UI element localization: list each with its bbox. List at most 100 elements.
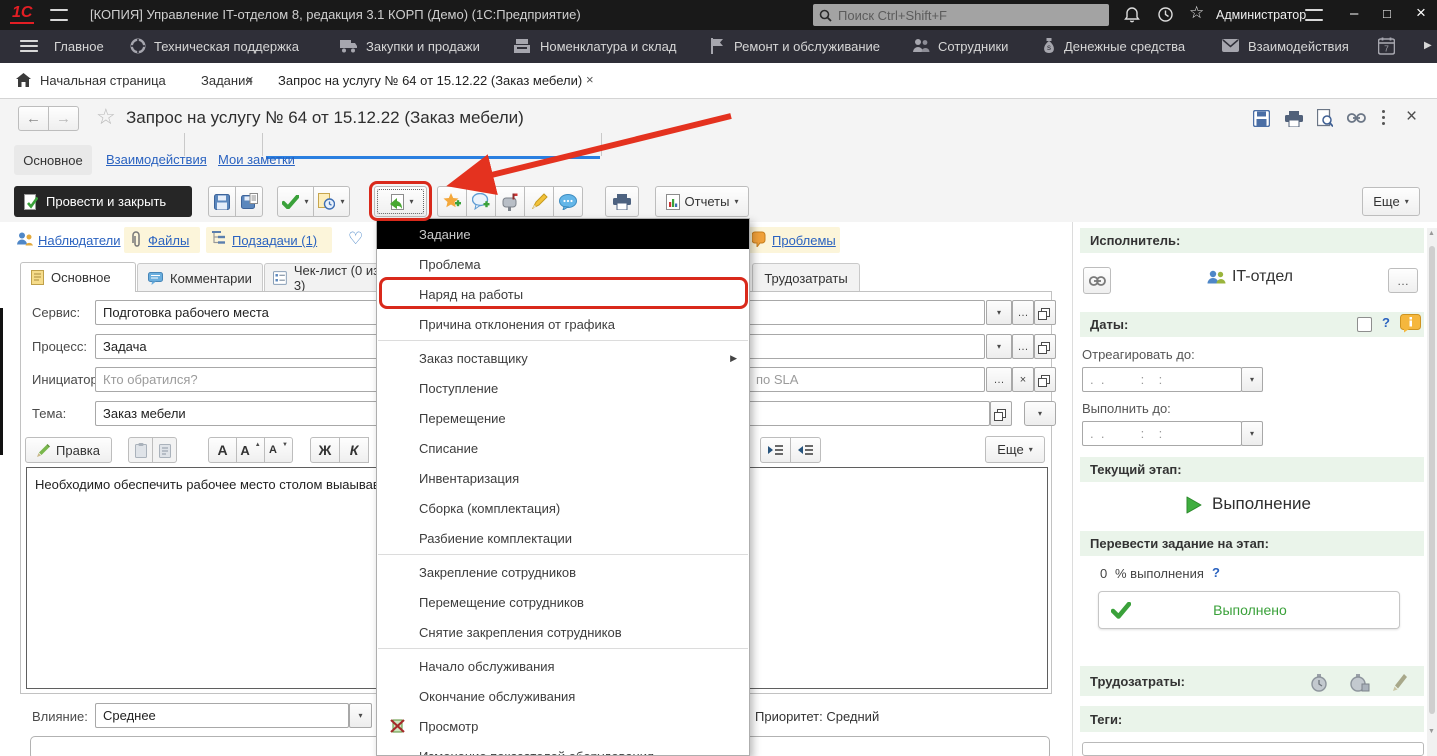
dates-info-icon[interactable] — [1400, 314, 1421, 333]
paste-button[interactable] — [128, 437, 153, 463]
executor-choose-button[interactable]: … — [1388, 268, 1418, 293]
add-favorite-button[interactable] — [437, 186, 467, 217]
editor-more-button[interactable]: Еще▾ — [985, 436, 1045, 463]
done-button[interactable]: Выполнено — [1098, 591, 1400, 629]
initiator-clear-button[interactable]: × — [1012, 367, 1034, 392]
preview-icon[interactable] — [1317, 109, 1333, 127]
menu-item-receipt[interactable]: Поступление — [377, 373, 749, 403]
sections-list-icon[interactable] — [20, 45, 38, 47]
maximize-button[interactable]: □ — [1383, 6, 1391, 21]
link-icon[interactable] — [1347, 112, 1366, 124]
files-link[interactable]: Файлы — [148, 233, 189, 248]
menu-item-service-end[interactable]: Окончание обслуживания — [377, 681, 749, 711]
font-increase-button[interactable]: А▲ — [236, 437, 265, 463]
menu-item-transfer[interactable]: Перемещение — [377, 403, 749, 433]
deadline-split-button[interactable]: ▾ — [313, 186, 350, 217]
menu-item-task[interactable]: Задание — [377, 219, 749, 249]
service-open-button[interactable] — [1034, 300, 1056, 325]
history-icon[interactable] — [1157, 6, 1174, 23]
indent-decrease-button[interactable] — [790, 437, 821, 463]
create-based-on-button[interactable]: ▾ — [374, 186, 427, 217]
menu-item-problem[interactable]: Проблема — [377, 249, 749, 279]
subtasks-link[interactable]: Подзадачи (1) — [232, 233, 317, 248]
post-and-close-button[interactable]: Провести и закрыть — [14, 186, 192, 217]
save-button[interactable] — [208, 186, 236, 217]
inner-tab-comments[interactable]: Комментарии — [137, 263, 263, 292]
tab-request-close-icon[interactable]: × — [586, 72, 594, 87]
complete-until-dropdown[interactable]: ▾ — [1241, 421, 1263, 446]
menu-item-service-start[interactable]: Начало обслуживания — [377, 651, 749, 681]
global-search-input[interactable]: Поиск Ctrl+Shift+F — [813, 4, 1109, 26]
progress-value[interactable]: 0 — [1100, 566, 1107, 581]
scroll-up-icon[interactable]: ▲ — [1428, 230, 1435, 237]
favorite-star-icon[interactable]: ☆ — [96, 104, 116, 130]
highlight-button[interactable] — [524, 186, 554, 217]
menu-item-move-employees[interactable]: Перемещение сотрудников — [377, 587, 749, 617]
react-until-dropdown[interactable]: ▾ — [1241, 367, 1263, 392]
menu-item-supplier-order[interactable]: Заказ поставщику▶ — [377, 343, 749, 373]
executor-link-button[interactable] — [1083, 267, 1111, 294]
complete-until-input[interactable]: . . : : — [1082, 421, 1242, 446]
more-button[interactable]: Еще▾ — [1362, 187, 1420, 216]
problems-link[interactable]: Проблемы — [772, 233, 836, 248]
nav-tab-main[interactable]: Основное — [14, 145, 92, 175]
notifications-bell-icon[interactable] — [1124, 6, 1140, 23]
home-icon[interactable] — [16, 73, 31, 87]
heart-icon[interactable]: ♡ — [348, 229, 363, 249]
initiator-open-button[interactable] — [1034, 367, 1056, 392]
menu-item-writeoff[interactable]: Списание — [377, 433, 749, 463]
tab-tasks-close-icon[interactable]: × — [246, 72, 254, 87]
close-form-icon[interactable]: × — [1406, 106, 1417, 128]
stopwatch-save-icon[interactable] — [1350, 674, 1370, 692]
subject-dropdown-button[interactable]: ▾ — [1024, 401, 1056, 426]
menu-item-deviation-reason[interactable]: Причина отклонения от графика — [377, 309, 749, 339]
paste-text-button[interactable] — [152, 437, 177, 463]
menu-item-view[interactable]: Просмотр — [377, 711, 749, 741]
initiator-choose-button[interactable]: … — [986, 367, 1012, 392]
process-dropdown-button[interactable]: ▾ — [986, 334, 1012, 359]
subject-open-button[interactable] — [990, 401, 1012, 426]
minimize-button[interactable]: – — [1350, 5, 1358, 22]
section-interactions[interactable]: Взаимодействия — [1248, 39, 1349, 54]
scroll-down-icon[interactable]: ▼ — [1428, 728, 1435, 735]
dates-help-icon[interactable]: ? — [1382, 315, 1390, 330]
nav-tab-notes[interactable]: Мои заметки — [218, 152, 295, 167]
italic-button[interactable]: К — [339, 437, 369, 463]
current-user-label[interactable]: Администратор — [1216, 8, 1306, 22]
dates-checkbox[interactable] — [1357, 317, 1372, 332]
panel-scrollbar[interactable]: ▲ ▼ — [1427, 228, 1437, 756]
menu-item-disassembly[interactable]: Разбиение комплектации — [377, 523, 749, 553]
nav-tab-interactions[interactable]: Взаимодействия — [106, 152, 207, 167]
tab-home[interactable]: Начальная страница — [40, 73, 166, 88]
menu-item-assembly[interactable]: Сборка (комплектация) — [377, 493, 749, 523]
mail-button[interactable] — [495, 186, 525, 217]
section-support[interactable]: Техническая поддержка — [154, 39, 299, 54]
save-icon[interactable] — [1253, 110, 1270, 127]
influence-select[interactable]: Среднее — [95, 703, 349, 728]
section-main[interactable]: Главное — [54, 39, 104, 54]
section-money[interactable]: Денежные средства — [1064, 39, 1185, 54]
executor-value-row[interactable]: IT-отдел — [1140, 268, 1360, 286]
message-button[interactable] — [553, 186, 583, 217]
section-repair[interactable]: Ремонт и обслуживание — [734, 39, 880, 54]
tab-tasks[interactable]: Задания — [201, 73, 252, 88]
reports-button[interactable]: Отчеты▾ — [655, 186, 749, 217]
save-and-close-button[interactable] — [235, 186, 263, 217]
add-comment-button[interactable] — [466, 186, 496, 217]
tags-input[interactable] — [1082, 742, 1424, 756]
process-choose-button[interactable]: … — [1012, 334, 1034, 359]
more-vertical-icon[interactable] — [1382, 110, 1385, 125]
print-button[interactable] — [605, 186, 639, 217]
inner-tab-checklist[interactable]: Чек-лист (0 из 3) — [264, 263, 394, 292]
complete-task-split-button[interactable]: ▾ — [277, 186, 314, 217]
section-employees[interactable]: Сотрудники — [938, 39, 1008, 54]
font-button[interactable]: А — [208, 437, 237, 463]
calendar-icon[interactable]: 7 — [1378, 37, 1395, 55]
indent-increase-button[interactable] — [760, 437, 791, 463]
service-choose-button[interactable]: … — [1012, 300, 1034, 325]
stopwatch-icon[interactable] — [1310, 674, 1328, 692]
observers-link[interactable]: Наблюдатели — [38, 233, 121, 248]
print-icon[interactable] — [1285, 111, 1303, 127]
back-button[interactable]: ← — [18, 106, 49, 131]
tab-request[interactable]: Запрос на услугу № 64 от 15.12.22 (Заказ… — [278, 73, 582, 88]
